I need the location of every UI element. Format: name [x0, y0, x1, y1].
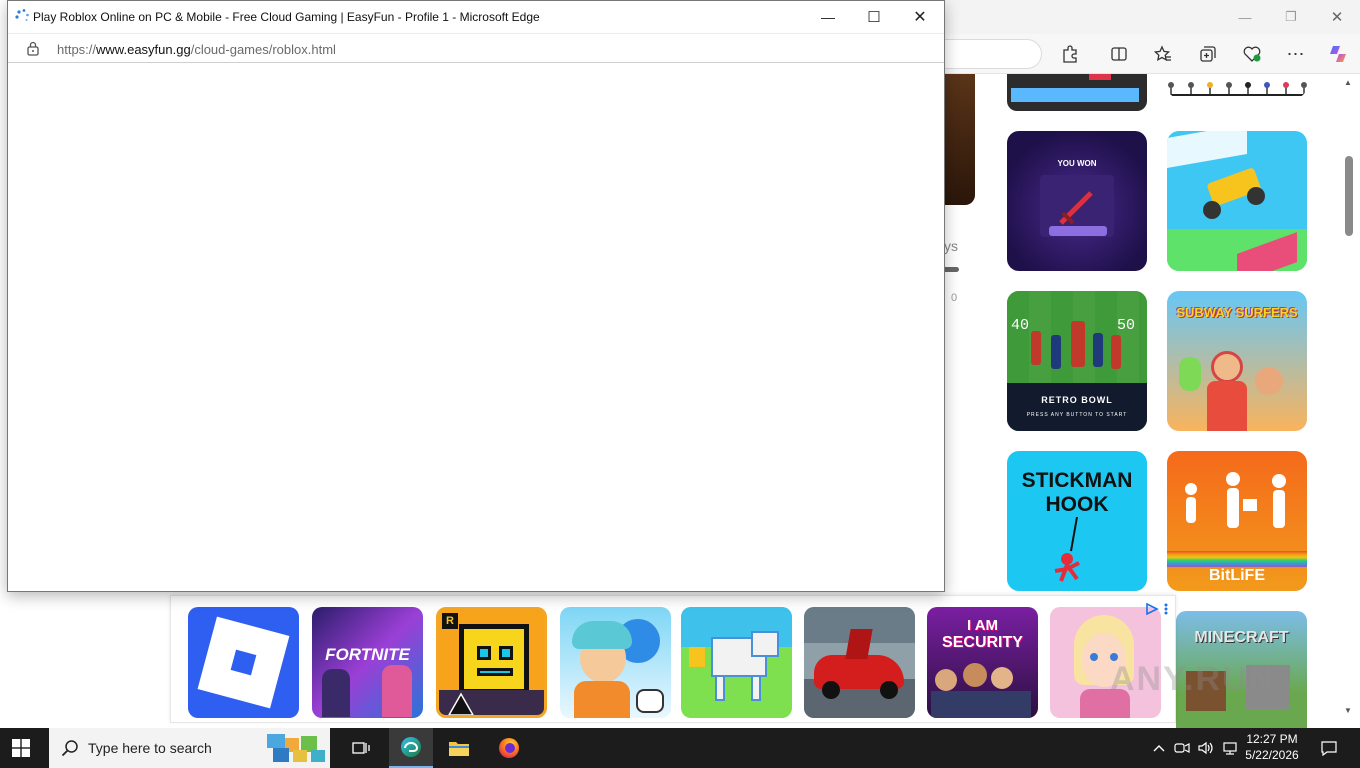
- ad-tile-red-supercar[interactable]: [804, 607, 915, 718]
- tile-caption: MINECRAFT: [1194, 629, 1289, 646]
- tile-caption-line2: SECURITY: [942, 634, 1023, 651]
- ad-tile-fortnite[interactable]: FORTNITE: [312, 607, 423, 718]
- popup-title-bar[interactable]: Play Roblox Online on PC & Mobile - Free…: [8, 1, 944, 33]
- easyfun-loading-icon: [14, 8, 30, 29]
- game-tile-retro-bowl[interactable]: 40 50 RETRO BOWL PRESS ANY BUTTON TO STA…: [1007, 291, 1147, 431]
- tile-caption: SUBWAY SURFERS: [1176, 305, 1298, 320]
- partial-text: ys: [944, 238, 958, 254]
- browser-essentials-icon[interactable]: [1240, 42, 1264, 66]
- ad-banner[interactable]: FORTNITE R I AM SECURITY: [170, 595, 1176, 723]
- windows-taskbar: Type here to search 12:27 PM 5/22/2026: [0, 728, 1360, 768]
- taskbar-clock[interactable]: 12:27 PM 5/22/2026: [1240, 731, 1304, 763]
- close-button[interactable]: ✕: [897, 1, 943, 33]
- game-tile-blade[interactable]: YOU WON: [1007, 131, 1147, 271]
- tile-badge: R: [442, 613, 458, 629]
- partial-progress-bar: [944, 267, 959, 272]
- scroll-down-arrow[interactable]: ▼: [1344, 706, 1352, 715]
- meet-now-icon[interactable]: [1172, 728, 1192, 768]
- anyrun-watermark: ANY.RUN: [1110, 660, 1276, 698]
- more-icon[interactable]: ⋯: [1284, 42, 1308, 66]
- tile-number-left: 40: [1011, 317, 1030, 334]
- search-placeholder: Type here to search: [88, 740, 212, 756]
- file-explorer-icon[interactable]: [440, 728, 478, 768]
- collections-icon[interactable]: [1196, 42, 1220, 66]
- popup-page-content[interactable]: [8, 64, 944, 591]
- extensions-icon[interactable]: [1058, 42, 1082, 66]
- tile-subcaption: PRESS ANY BUTTON TO START: [1026, 412, 1128, 418]
- show-hidden-icons[interactable]: [1150, 728, 1168, 768]
- tile-caption-line1: I AM: [966, 617, 999, 634]
- favorites-icon[interactable]: [1151, 42, 1175, 66]
- tile-caption: FORTNITE: [325, 645, 410, 664]
- game-tile-partial-1[interactable]: [1007, 74, 1147, 111]
- popup-title: Play Roblox Online on PC & Mobile - Free…: [33, 10, 540, 24]
- restore-button[interactable]: ❐: [1268, 0, 1314, 34]
- ad-tile-roblox[interactable]: [188, 607, 299, 718]
- tile-caption-line2: HOOK: [1045, 493, 1109, 516]
- popup-browser-window: Play Roblox Online on PC & Mobile - Free…: [7, 0, 945, 592]
- notifications-icon[interactable]: [1316, 728, 1342, 768]
- maximize-button[interactable]: ☐: [851, 1, 897, 33]
- search-icon: [61, 739, 79, 762]
- network-icon[interactable]: [1220, 728, 1240, 768]
- game-tile-bitlife[interactable]: BitLiFE: [1167, 451, 1307, 591]
- firefox-icon[interactable]: [489, 728, 529, 768]
- background-title-bar: — ❐ ✕: [944, 0, 1360, 34]
- adchoices-icon[interactable]: [1145, 602, 1171, 619]
- popup-address-bar[interactable]: https://www.easyfun.gg/cloud-games/roblo…: [8, 33, 944, 63]
- close-button[interactable]: ✕: [1314, 0, 1360, 34]
- tile-caption: RETRO BOWL: [1041, 395, 1113, 405]
- game-tile-monster-truck[interactable]: [1167, 131, 1307, 271]
- copilot-icon[interactable]: [1326, 42, 1350, 66]
- ad-tile-geometry-dash[interactable]: R: [436, 607, 547, 718]
- task-view-icon[interactable]: [342, 728, 380, 768]
- start-button[interactable]: [12, 739, 30, 762]
- search-highlight-icon: [265, 730, 329, 766]
- game-tile-stickman-hook[interactable]: STICKMAN HOOK: [1007, 451, 1147, 591]
- tile-number-right: 50: [1117, 317, 1136, 334]
- tile-caption: YOU WON: [1057, 159, 1097, 168]
- lock-icon[interactable]: [26, 41, 40, 56]
- tile-caption-line1: STICKMAN: [1021, 469, 1133, 492]
- ad-tile-blocky-dog[interactable]: [681, 607, 792, 718]
- tile-caption: BitLiFE: [1209, 567, 1265, 584]
- split-screen-icon[interactable]: [1107, 42, 1131, 66]
- clock-time: 12:27 PM: [1246, 732, 1298, 746]
- minimize-button[interactable]: —: [1222, 0, 1268, 34]
- partial-count: 0: [951, 292, 958, 304]
- clock-date: 5/22/2026: [1245, 748, 1299, 762]
- scroll-up-arrow[interactable]: ▲: [1344, 78, 1352, 87]
- volume-icon[interactable]: [1196, 728, 1216, 768]
- ad-tile-i-am-security[interactable]: I AM SECURITY: [927, 607, 1038, 718]
- address-bar-tail[interactable]: [944, 39, 1042, 69]
- scrollbar-thumb[interactable]: [1345, 156, 1353, 236]
- taskbar-search-box[interactable]: Type here to search: [49, 728, 330, 768]
- minimize-button[interactable]: —: [805, 1, 851, 33]
- partial-game-banner[interactable]: [944, 74, 975, 205]
- game-tile-subway-surfers[interactable]: SUBWAY SURFERS: [1167, 291, 1307, 431]
- game-tile-partial-2[interactable]: [1167, 74, 1307, 98]
- url-text[interactable]: https://www.easyfun.gg/cloud-games/roblo…: [57, 42, 336, 57]
- ad-tile-toca-world[interactable]: [560, 607, 671, 718]
- edge-taskbar-icon[interactable]: [389, 728, 433, 768]
